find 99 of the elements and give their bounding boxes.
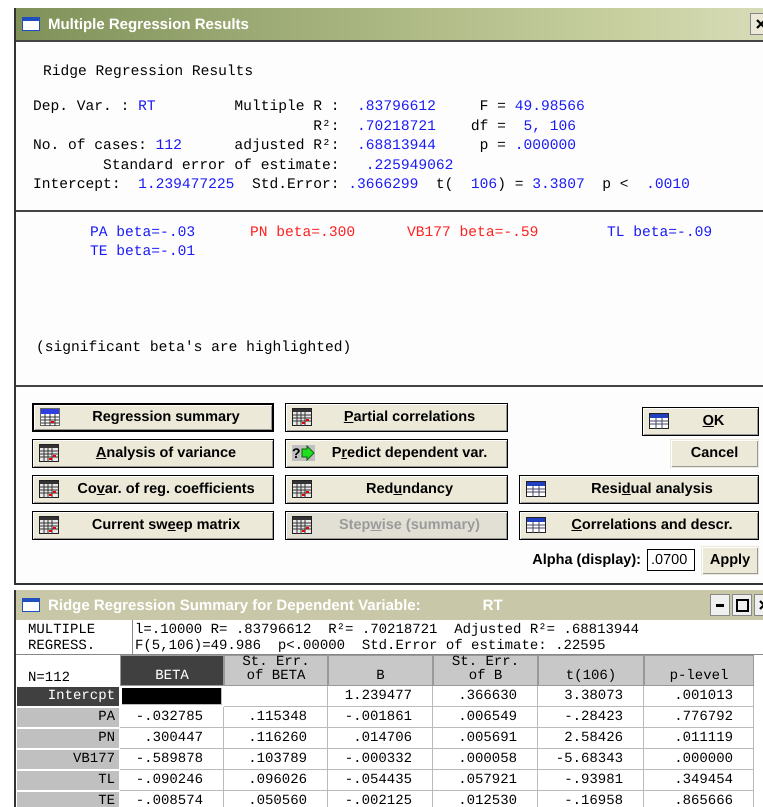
- maximize-button[interactable]: [732, 594, 752, 616]
- table-cell: .000000: [644, 749, 754, 770]
- table-cell: -.000332: [328, 749, 433, 770]
- table-cell: .349454: [644, 770, 754, 791]
- summary-table-icon: [40, 408, 60, 426]
- table-cell: .115348: [224, 707, 328, 728]
- row-header[interactable]: TE: [16, 791, 120, 807]
- row-header[interactable]: PA: [16, 707, 120, 728]
- statistics-line: No. of cases: 112 adjusted R²: .68813944 p = .000000: [33, 137, 578, 156]
- table-cell: -.93981: [538, 770, 644, 791]
- table-cell: -.032785: [120, 707, 224, 728]
- table-cell: .776792: [644, 707, 754, 728]
- table-cell: .103789: [224, 749, 328, 770]
- grid-icon: [39, 444, 59, 462]
- row-header[interactable]: Intercpt: [16, 686, 120, 707]
- statistics-line: Intercept: 1.239477225 Std.Error: .3666299 t( 106) = 3.3807 p < .0010: [33, 176, 691, 195]
- table-cell: .006549: [433, 707, 538, 728]
- grid-icon: [292, 516, 312, 534]
- column-header[interactable]: p-level: [644, 655, 754, 686]
- row-header[interactable]: TL: [16, 770, 120, 791]
- info-line: F(5,106)=49.986 p<.00000 Std.Error of estimate: .22595: [135, 638, 606, 654]
- column-header[interactable]: St. Err. of B: [433, 655, 538, 686]
- dialog-button[interactable]: Redundancy: [285, 474, 508, 504]
- dialog-button[interactable]: Analysis of variance: [32, 438, 274, 468]
- table-cell: -.008574: [120, 791, 224, 807]
- table-cell: -.002125: [328, 791, 433, 807]
- table-cell: -.16958: [538, 791, 644, 807]
- cancel-button[interactable]: Cancel: [670, 438, 759, 468]
- table-cell: -.28423: [538, 707, 644, 728]
- table-cell: .011119: [644, 728, 754, 749]
- beta-value: VB177 beta=-.59: [407, 224, 540, 240]
- dialog-button[interactable]: ? Predict dependent var.: [285, 438, 508, 468]
- statistics-line: R²: .70218721 df = 5, 106: [312, 118, 577, 136]
- window-title: Ridge Regression Summary for Dependent Variable:: [48, 596, 421, 614]
- grid-icon: [39, 480, 59, 498]
- column-header[interactable]: B: [328, 655, 433, 686]
- minimize-button[interactable]: [710, 594, 730, 616]
- table-cell: -.054435: [328, 770, 433, 791]
- table-cell: .014706: [328, 728, 433, 749]
- apply-button[interactable]: Apply: [701, 546, 759, 574]
- question-mark: ?: [292, 445, 301, 461]
- note-text: (significant beta's are highlighted): [36, 340, 352, 356]
- table-cell: .300447: [120, 728, 224, 749]
- alpha-label: Alpha (display):: [532, 552, 641, 568]
- beta-value: PA beta=-.03: [90, 224, 196, 240]
- table-cell: 3.38073: [538, 686, 644, 707]
- window-title: Multiple Regression Results: [48, 16, 249, 32]
- statistics-line: Standard error of estimate: .225949062: [102, 156, 454, 176]
- maximize-icon: [736, 598, 748, 612]
- window-title-variable: RT: [482, 596, 503, 614]
- table-icon: [526, 481, 546, 497]
- table-icon: [526, 517, 546, 533]
- arrow-icon: [300, 445, 315, 461]
- table-cell: .096026: [224, 770, 328, 791]
- table-cell: .000058: [433, 749, 538, 770]
- window-icon: [22, 17, 40, 31]
- table-cell: -5.68343: [538, 749, 644, 770]
- grid-icon: [292, 480, 312, 498]
- table-cell: .050560: [224, 791, 328, 807]
- side-label: REGRESS.: [28, 638, 96, 654]
- table-cell: -.589878: [120, 749, 224, 770]
- dialog-button[interactable]: Correlations and descr.: [519, 510, 759, 540]
- side-label: MULTIPLE: [28, 622, 96, 638]
- beta-value: PN beta=.300: [250, 224, 356, 240]
- row-header[interactable]: PN: [16, 728, 120, 749]
- corner-label: N=112: [27, 669, 72, 686]
- table-cell: .001013: [644, 686, 754, 707]
- table-cell: -.090246: [120, 770, 224, 791]
- results-heading: Ridge Regression Results: [43, 64, 254, 80]
- table-cell: .865666: [644, 791, 754, 807]
- dialog-button[interactable]: Partial correlations: [285, 402, 508, 432]
- table-cell: .005691: [433, 728, 538, 749]
- statistics-line: Dep. Var. : RT Multiple R : .83796612 F = 49.98566: [33, 98, 586, 117]
- table-cell: .057921: [433, 770, 538, 791]
- close-icon: [756, 19, 763, 29]
- table-icon: [649, 413, 669, 429]
- column-header[interactable]: t(106): [538, 655, 644, 686]
- minimize-icon: [716, 604, 724, 606]
- dialog-button[interactable]: Current sweep matrix: [32, 510, 274, 540]
- dialog-button[interactable]: Covar. of reg. coefficients: [32, 474, 274, 504]
- table-cell: .012530: [433, 791, 538, 807]
- table-cell: -.001861: [328, 707, 433, 728]
- ok-button[interactable]: OK: [642, 406, 759, 436]
- grid-icon: [292, 408, 312, 426]
- table-cell: .366630: [433, 686, 538, 707]
- column-header[interactable]: BETA: [120, 655, 224, 686]
- table-cell: 2.58426: [538, 728, 644, 749]
- grid-icon: [39, 516, 59, 534]
- table-cell: .116260: [224, 728, 328, 749]
- info-line: l=.10000 R= .83796612 R²= .70218721 Adjusted R²= .68813944: [135, 622, 640, 638]
- table-cell: 1.239477: [328, 686, 433, 707]
- alpha-field[interactable]: .0700: [647, 549, 695, 571]
- beta-value: TE beta=-.01: [90, 244, 196, 260]
- dialog-button[interactable]: Regression summary: [32, 402, 274, 432]
- window-icon: [22, 598, 40, 612]
- dialog-button[interactable]: Residual analysis: [519, 474, 759, 504]
- row-header[interactable]: VB177: [16, 749, 120, 770]
- beta-value: TL beta=-.09: [607, 224, 714, 240]
- column-header[interactable]: St. Err. of BETA: [224, 655, 328, 686]
